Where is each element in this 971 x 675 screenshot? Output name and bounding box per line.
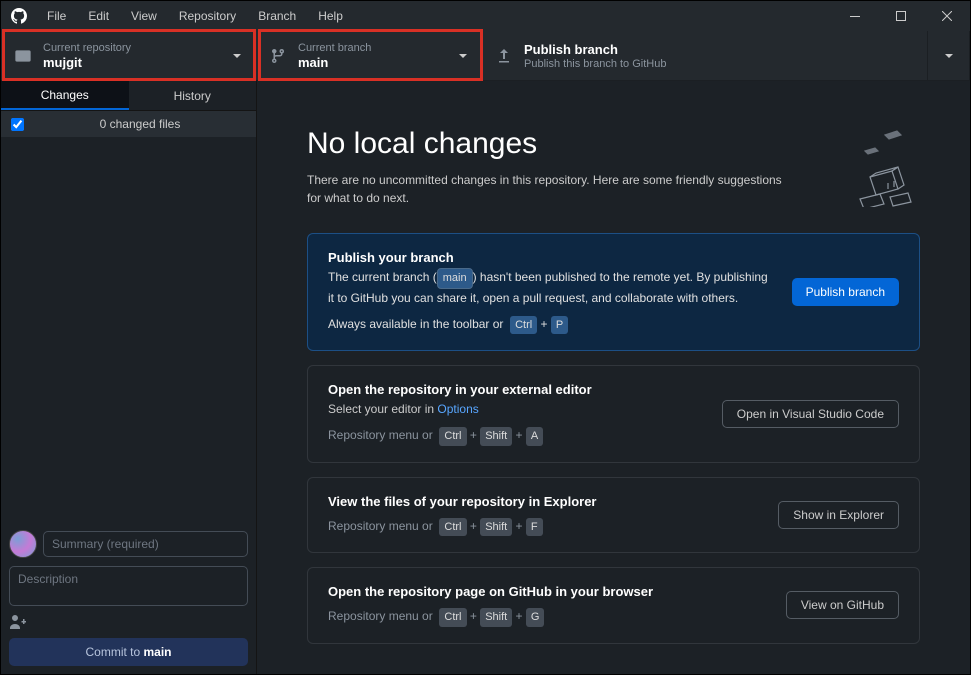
chevron-down-icon xyxy=(945,52,953,60)
commit-button[interactable]: Commit to main xyxy=(9,638,248,666)
close-button[interactable] xyxy=(924,1,970,31)
sidebar: Changes History 0 changed files xyxy=(1,81,257,674)
branch-selector-label: Current branch xyxy=(298,42,371,54)
commit-form: Commit to main xyxy=(1,522,256,674)
main-content: No local changes There are no uncommitte… xyxy=(257,81,970,674)
empty-state-illustration xyxy=(830,127,920,207)
card-hint: Repository menu or Ctrl + Shift + F xyxy=(328,517,597,537)
menu-branch[interactable]: Branch xyxy=(248,5,306,27)
repo-icon xyxy=(15,48,31,64)
chevron-down-icon xyxy=(459,52,467,60)
commit-summary-input[interactable] xyxy=(43,531,248,557)
current-branch-selector[interactable]: Current branch main xyxy=(256,31,482,80)
view-github-button[interactable]: View on GitHub xyxy=(786,591,899,619)
github-logo-icon xyxy=(11,8,27,24)
card-hint: Always available in the toolbar or Ctrl … xyxy=(328,315,772,335)
page-title: No local changes xyxy=(307,127,787,161)
repo-selector-value: mujgit xyxy=(43,55,131,70)
avatar xyxy=(9,530,37,558)
menu-view[interactable]: View xyxy=(121,5,167,27)
maximize-button[interactable] xyxy=(878,1,924,31)
menu-repository[interactable]: Repository xyxy=(169,5,246,27)
changed-files-count: 0 changed files xyxy=(34,117,246,131)
card-hint: Repository menu or Ctrl + Shift + G xyxy=(328,607,653,627)
card-title: View the files of your repository in Exp… xyxy=(328,494,597,509)
chevron-down-icon xyxy=(233,52,241,60)
repo-selector-label: Current repository xyxy=(43,42,131,54)
card-show-explorer: View the files of your repository in Exp… xyxy=(307,477,920,554)
toolbar: Current repository mujgit Current branch… xyxy=(1,31,970,81)
options-link[interactable]: Options xyxy=(437,402,478,416)
card-title: Open the repository page on GitHub in yo… xyxy=(328,584,653,599)
title-bar: File Edit View Repository Branch Help xyxy=(1,1,970,31)
changed-files-header: 0 changed files xyxy=(1,111,256,137)
select-all-checkbox[interactable] xyxy=(11,118,24,131)
show-explorer-button[interactable]: Show in Explorer xyxy=(778,501,899,529)
card-open-editor: Open the repository in your external edi… xyxy=(307,365,920,463)
tab-history[interactable]: History xyxy=(129,81,257,110)
publish-action-title: Publish branch xyxy=(524,42,666,57)
toolbar-extra-dropdown[interactable] xyxy=(928,31,970,80)
open-editor-button[interactable]: Open in Visual Studio Code xyxy=(722,400,899,428)
branch-selector-value: main xyxy=(298,55,371,70)
menu-help[interactable]: Help xyxy=(308,5,353,27)
menu-bar: File Edit View Repository Branch Help xyxy=(37,5,353,27)
file-list xyxy=(1,137,256,522)
card-title: Open the repository in your external edi… xyxy=(328,382,592,397)
card-title: Publish your branch xyxy=(328,250,772,265)
menu-edit[interactable]: Edit xyxy=(78,5,119,27)
minimize-button[interactable] xyxy=(832,1,878,31)
card-publish-branch: Publish your branch The current branch (… xyxy=(307,233,920,351)
publish-branch-button[interactable]: Publish branch xyxy=(792,278,899,306)
card-hint: Repository menu or Ctrl + Shift + A xyxy=(328,426,592,446)
commit-description-input[interactable] xyxy=(9,566,248,606)
page-subtitle: There are no uncommitted changes in this… xyxy=(307,171,787,207)
menu-file[interactable]: File xyxy=(37,5,76,27)
current-repository-selector[interactable]: Current repository mujgit xyxy=(1,31,256,80)
publish-action-subtitle: Publish this branch to GitHub xyxy=(524,58,666,70)
card-view-github: Open the repository page on GitHub in yo… xyxy=(307,567,920,644)
card-description: The current branch (main) hasn't been pu… xyxy=(328,268,772,307)
tab-changes[interactable]: Changes xyxy=(1,81,129,110)
window-controls xyxy=(832,1,970,31)
publish-branch-action[interactable]: Publish branch Publish this branch to Gi… xyxy=(482,31,928,80)
add-coauthor-icon[interactable] xyxy=(9,614,29,630)
upload-icon xyxy=(496,48,512,64)
card-description: Select your editor in Options xyxy=(328,400,592,418)
branch-icon xyxy=(270,48,286,64)
